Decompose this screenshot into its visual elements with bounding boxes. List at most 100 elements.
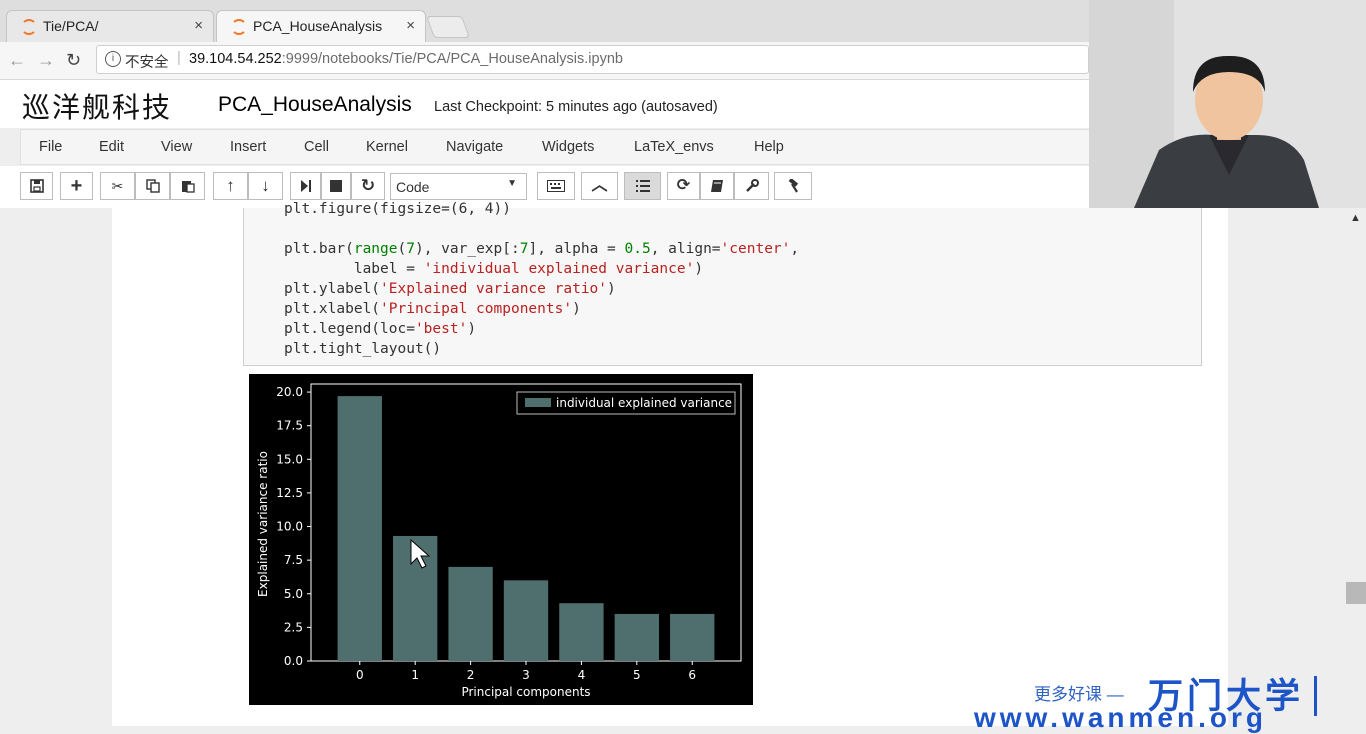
menu-help[interactable]: Help <box>754 139 784 155</box>
references-button[interactable] <box>700 172 734 200</box>
toc-button[interactable] <box>624 172 661 200</box>
x-tick-label: 5 <box>633 668 641 682</box>
notebook-title[interactable]: PCA_HouseAnalysis <box>218 93 412 117</box>
y-tick-label: 15.0 <box>276 452 303 466</box>
menu-view[interactable]: View <box>161 139 192 155</box>
jupyter-header: 巡洋舰科技 PCA_HouseAnalysis Last Checkpoint:… <box>0 80 1090 128</box>
bar-4 <box>559 603 604 661</box>
menu-file[interactable]: File <box>39 139 62 155</box>
webcam-overlay <box>1089 0 1366 208</box>
close-icon[interactable]: × <box>406 17 415 34</box>
code-line: plt.figure(figsize=(6, 4)) <box>284 201 511 217</box>
url-text[interactable]: 39.104.54.252:9999/notebooks/Tie/PCA/PCA… <box>189 51 623 67</box>
info-icon[interactable]: i <box>105 51 121 67</box>
run-button[interactable] <box>290 172 321 200</box>
menu-kernel[interactable]: Kernel <box>366 139 408 155</box>
browser-tab-folder[interactable]: Tie/PCA/ × <box>6 10 214 42</box>
move-up-button[interactable]: ↑ <box>213 172 248 200</box>
restart-icon: ↻ <box>360 176 376 195</box>
cut-button[interactable]: ✂ <box>100 172 135 200</box>
interrupt-button[interactable] <box>321 172 351 200</box>
refresh-button[interactable]: ⟳ <box>667 172 700 200</box>
cell-type-select[interactable]: Code ▼ <box>390 173 527 200</box>
menu-cell[interactable]: Cell <box>304 139 329 155</box>
code-line: plt.tight_layout() <box>284 341 442 357</box>
save-icon <box>29 179 44 193</box>
close-icon[interactable]: × <box>194 17 203 34</box>
watermark-divider <box>1314 676 1317 716</box>
x-tick-label: 2 <box>467 668 475 682</box>
command-palette-button[interactable] <box>537 172 575 200</box>
cell-type-value: Code <box>396 179 430 195</box>
copy-icon <box>145 179 160 193</box>
menu-insert[interactable]: Insert <box>230 139 266 155</box>
menu-navigate[interactable]: Navigate <box>446 139 503 155</box>
keyboard-icon <box>547 180 565 192</box>
build-button[interactable] <box>774 172 812 200</box>
copy-button[interactable] <box>135 172 170 200</box>
url-bar[interactable]: i 不安全 | 39.104.54.252:9999/notebooks/Tie… <box>96 45 1089 74</box>
reload-icon[interactable]: ↻ <box>66 50 81 71</box>
hammer-icon <box>788 177 799 193</box>
wrench-icon <box>745 179 759 192</box>
url-divider: | <box>177 50 181 66</box>
scrollbar-thumb[interactable] <box>1346 582 1366 604</box>
browser-tab-notebook[interactable]: PCA_HouseAnalysis × <box>216 10 426 42</box>
run-step-icon <box>300 180 311 192</box>
url-path: :9999/notebooks/Tie/PCA/PCA_HouseAnalysi… <box>281 51 623 67</box>
save-button[interactable] <box>20 172 53 200</box>
insert-cell-button[interactable]: + <box>60 172 93 200</box>
collapse-button[interactable]: ︿ <box>581 172 618 200</box>
browser-tab-label: PCA_HouseAnalysis <box>253 18 383 34</box>
y-axis-label: Explained variance ratio <box>256 451 270 597</box>
settings-button[interactable] <box>734 172 769 200</box>
plus-icon: + <box>70 175 83 197</box>
watermark-url: www.wanmen.org <box>974 702 1267 733</box>
back-icon[interactable]: ← <box>8 50 26 71</box>
browser-tab-label: Tie/PCA/ <box>43 18 99 34</box>
menu-bar: File Edit View Insert Cell Kernel Naviga… <box>20 129 1090 165</box>
menu-edit[interactable]: Edit <box>99 139 124 155</box>
y-tick-label: 0.0 <box>284 654 303 668</box>
bar-6 <box>670 613 715 661</box>
arrow-down-icon: ↓ <box>261 176 270 195</box>
y-tick-label: 5.0 <box>284 587 303 601</box>
x-tick-label: 6 <box>688 668 696 682</box>
page-scrollbar[interactable]: ▲ <box>1346 208 1366 726</box>
code-line: plt.bar(range(7), var_exp[:7], alpha = 0… <box>284 241 800 257</box>
y-tick-label: 20.0 <box>276 385 303 399</box>
site-logo[interactable]: 巡洋舰科技 <box>22 86 172 126</box>
code-line: label = 'individual explained variance') <box>284 261 704 277</box>
x-axis-label: Principal components <box>461 685 590 699</box>
arrow-up-icon: ↑ <box>226 176 235 195</box>
output-chart: Explained variance ratio Principal compo… <box>249 374 753 705</box>
y-tick-label: 17.5 <box>276 419 303 433</box>
code-line: plt.ylabel('Explained variance ratio') <box>284 281 616 297</box>
menu-widgets[interactable]: Widgets <box>542 139 594 155</box>
jupyter-icon <box>21 19 37 35</box>
bar-2 <box>448 566 493 661</box>
insecure-label[interactable]: 不安全 <box>125 51 169 72</box>
restart-button[interactable]: ↻ <box>351 172 385 200</box>
code-line: plt.xlabel('Principal components') <box>284 301 581 317</box>
paste-button[interactable] <box>170 172 205 200</box>
scroll-up-icon[interactable]: ▲ <box>1350 212 1361 224</box>
address-bar-row: ← → ↻ i 不安全 | 39.104.54.252:9999/noteboo… <box>0 42 1090 80</box>
scissors-icon: ✂ <box>111 178 124 194</box>
notebook-toolbar: + ✂ ↑ ↓ ↻ ︿ ⟳ <box>0 166 1090 208</box>
dropdown-caret-icon: ▼ <box>507 178 517 189</box>
checkpoint-status: Last Checkpoint: 5 minutes ago (autosave… <box>434 99 718 115</box>
refresh-icon: ⟳ <box>676 177 691 194</box>
paste-icon <box>181 181 195 193</box>
legend-swatch <box>525 398 551 407</box>
jupyter-icon <box>231 19 247 35</box>
stop-icon <box>330 180 342 192</box>
move-down-button[interactable]: ↓ <box>248 172 283 200</box>
code-line: plt.legend(loc='best') <box>284 321 477 337</box>
new-tab-button[interactable] <box>425 16 471 38</box>
chevron-up-icon: ︿ <box>591 177 608 194</box>
legend: individual explained variance <box>516 391 736 415</box>
menu-latex-envs[interactable]: LaTeX_envs <box>634 139 714 155</box>
y-tick-label: 7.5 <box>284 553 303 567</box>
forward-icon[interactable]: → <box>37 50 55 71</box>
